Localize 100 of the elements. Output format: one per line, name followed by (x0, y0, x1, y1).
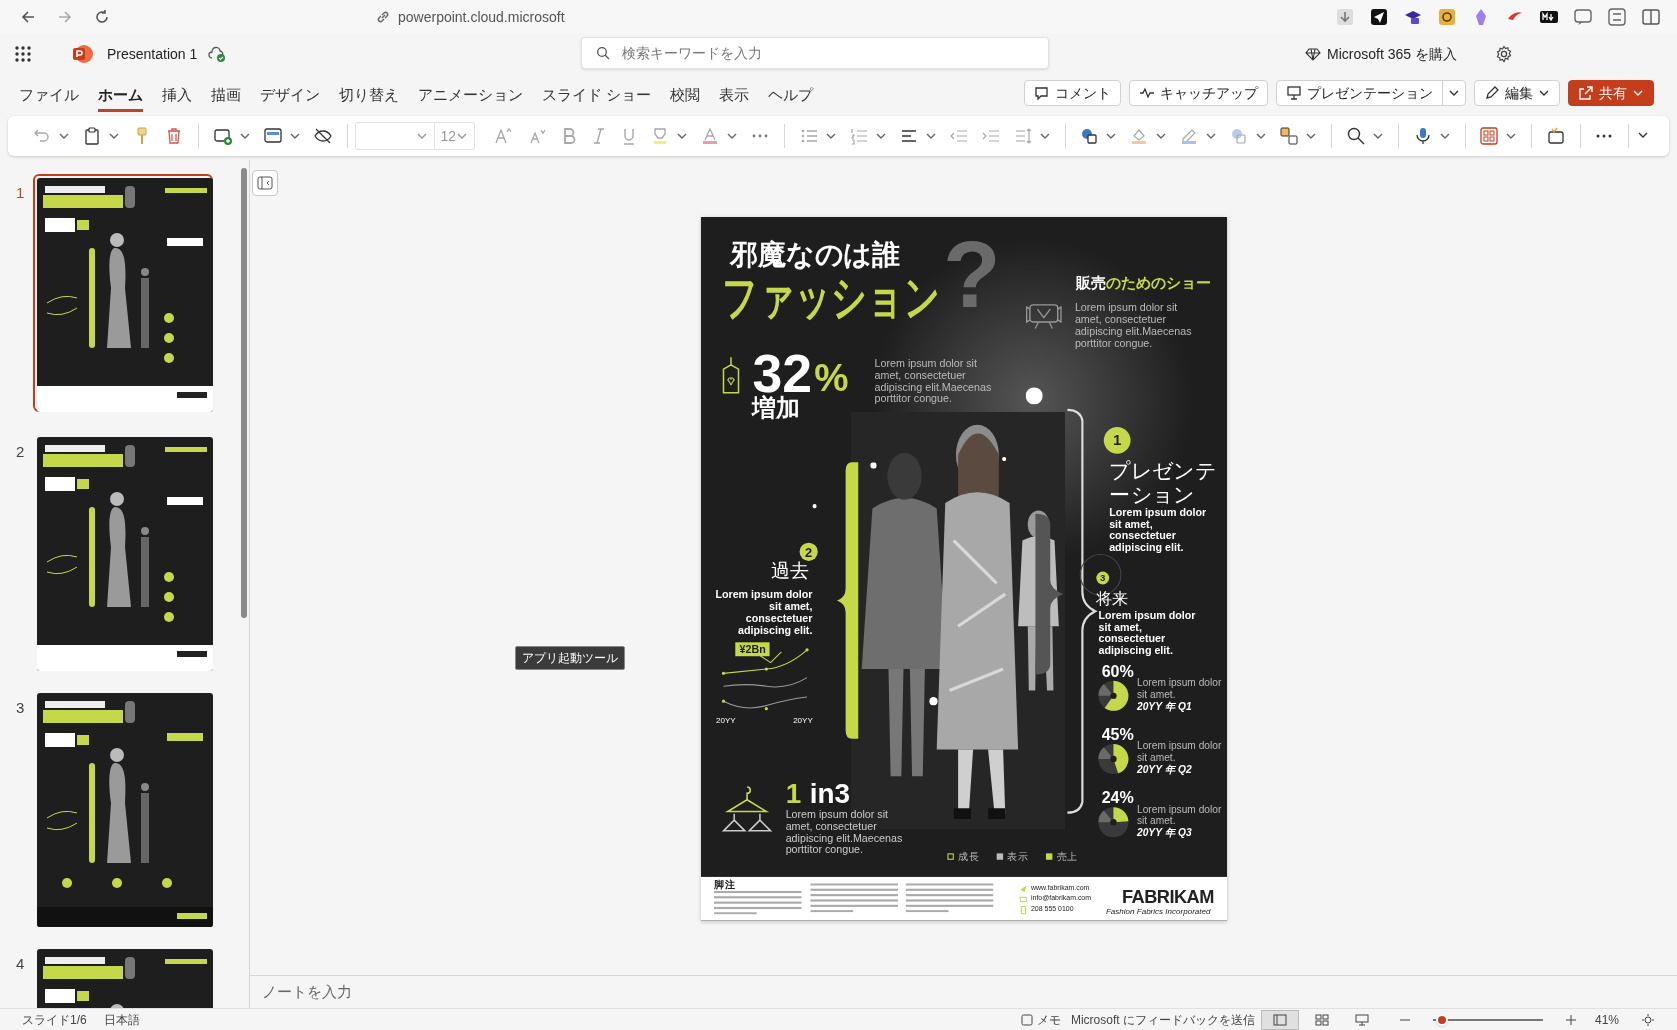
sliders-button[interactable] (1607, 7, 1627, 27)
body-text: Lorem ipsum dolor sit amet, consectetuer adipiscing elit. (1097, 609, 1197, 657)
spiral-button[interactable] (1437, 7, 1457, 27)
ribbon-tab[interactable]: 表示 (719, 82, 750, 112)
document-title[interactable]: Presentation 1 (107, 43, 198, 65)
ribbon-tab[interactable]: ヘルプ (768, 82, 814, 112)
edit-button[interactable]: 編集 (1475, 81, 1559, 105)
section-heading: 過去 (770, 560, 809, 581)
address-bar-url[interactable]: powerpoint.cloud.microsoft (398, 6, 565, 28)
pie-icon (1096, 679, 1129, 712)
new-slide-icon (212, 126, 233, 146)
layout-icon (262, 126, 283, 146)
share-button[interactable]: 共有 (1569, 81, 1653, 105)
body-text: Lorem ipsum dolor sit amet. (1136, 676, 1223, 701)
zoom-in-button[interactable] (1564, 1013, 1577, 1026)
ribbon-tab[interactable]: デザイン (260, 82, 320, 112)
legend-label: 売上 (1056, 851, 1078, 862)
panel-icon (257, 176, 273, 190)
notes-field[interactable]: ノートを入力 (262, 980, 1665, 1004)
share-icon (1578, 85, 1594, 101)
sidebar-button[interactable] (1641, 7, 1661, 27)
catchup-button[interactable]: キャッチアップ (1130, 81, 1267, 105)
diamond-icon (1305, 46, 1322, 62)
zoom-level[interactable]: 41% (1594, 1010, 1619, 1029)
footnote-heading: 脚注 (713, 879, 735, 890)
zoom-slider[interactable] (1432, 1013, 1543, 1026)
ribbon-tab[interactable]: 描画 (211, 82, 241, 112)
buy-microsoft-365-button[interactable]: Microsoft 365 を購入 (1305, 43, 1457, 65)
normal-view-button[interactable] (1260, 1009, 1299, 1030)
ribbon-tab[interactable]: ホーム (98, 82, 143, 112)
fit-icon (1641, 1012, 1655, 1027)
body-text: Lorem ipsum dolor sit amet, consectetuer adipiscing elit.Maecenas porttitor congue. (874, 357, 992, 405)
fit-to-window-button[interactable] (1641, 1012, 1655, 1027)
chat-bubble-button[interactable] (1573, 7, 1593, 27)
legend-label: 表示 (1006, 851, 1029, 862)
sidebar-icon (1641, 7, 1661, 27)
ribbon-tab[interactable]: アニメーション (418, 82, 523, 112)
slide-title: ファッション (721, 272, 940, 322)
pie-icon (1096, 806, 1129, 839)
light-dot-drawing (928, 696, 938, 706)
comment-button[interactable]: コメント (1025, 81, 1120, 105)
slide-title: 邪魔なのは誰 (729, 240, 900, 269)
slide-number: 4 (16, 954, 25, 974)
reload-button[interactable] (93, 8, 111, 26)
download-icon (1335, 7, 1355, 27)
section-heading: のためのショー (1105, 273, 1211, 291)
paper-plane-button[interactable] (1369, 7, 1389, 27)
numbering-icon (848, 126, 869, 146)
number-badge: 3 (1095, 571, 1109, 585)
grid-icon (1314, 1013, 1329, 1026)
ribbon-tab[interactable]: 校閲 (670, 82, 701, 112)
tooltip: アプリ起動ツール (515, 646, 625, 670)
more-icon (1596, 134, 1613, 138)
sliders-icon (1607, 7, 1627, 27)
normal-view-icon (1272, 1013, 1287, 1026)
search-field[interactable]: 検索キーワードを入力 (581, 37, 1049, 69)
ribbon-tab[interactable]: スライド ショー (542, 82, 652, 112)
paper-plane-icon (1369, 7, 1389, 27)
language-indicator[interactable]: 日本語 (103, 1010, 140, 1029)
period-label: 20YY 年 Q2 (1136, 764, 1192, 775)
statistic-number: 1 (785, 777, 801, 810)
pencil-icon (1484, 85, 1500, 101)
brand-logo: FABRIKAM (1121, 888, 1214, 906)
add-in-icon (1545, 126, 1566, 146)
question-mark: ? (942, 227, 1001, 322)
axis-label: 20YY (715, 716, 736, 725)
period-label: 20YY 年 Q1 (1136, 701, 1192, 712)
slide-number: 1 (16, 183, 25, 203)
cloud-saved-icon (207, 45, 228, 63)
cursor-icon (1018, 884, 1028, 893)
slide-number: 3 (16, 698, 25, 718)
legend-swatch (996, 853, 1003, 860)
ribbon-tab[interactable]: ファイル (19, 82, 79, 112)
legend-label: 成長 (957, 851, 980, 862)
app-launcher-button[interactable] (14, 45, 32, 63)
pulse-icon (1139, 85, 1155, 101)
reading-view-button[interactable] (1354, 1013, 1369, 1026)
ribbon-tab[interactable]: 挿入 (162, 82, 192, 112)
notes-button[interactable]: メモ (1020, 1010, 1061, 1029)
reload-icon (93, 8, 111, 26)
collapse-pane-button[interactable] (252, 170, 278, 196)
percentage-value: 24% (1101, 789, 1134, 806)
settings-button[interactable] (1495, 45, 1513, 63)
statistic-number: 32 (751, 352, 812, 395)
download-button[interactable] (1335, 7, 1355, 27)
more-icon (752, 134, 769, 138)
slide-sorter-button[interactable] (1314, 1013, 1329, 1026)
spiral-icon (1437, 7, 1457, 27)
feedback-link[interactable]: Microsoft にフィードバックを送信 (1070, 1010, 1255, 1029)
app-grid-icon (14, 45, 32, 63)
chat-bubble-icon (1573, 7, 1593, 27)
light-dot-drawing (869, 462, 877, 469)
scrollbar-thumb[interactable] (241, 168, 247, 618)
light-dot-drawing (1025, 387, 1043, 405)
ribbon-tab[interactable]: 切り替え (339, 82, 399, 112)
slider-thumb[interactable] (1435, 1013, 1448, 1026)
axis-label: 20YY (792, 716, 813, 725)
comment-icon (1034, 85, 1050, 101)
body-text: Lorem ipsum dolor sit amet, consectetuer adipiscing elit.Maecenas porttitor congue. (1074, 301, 1193, 349)
presenter-icon (1354, 1013, 1369, 1026)
